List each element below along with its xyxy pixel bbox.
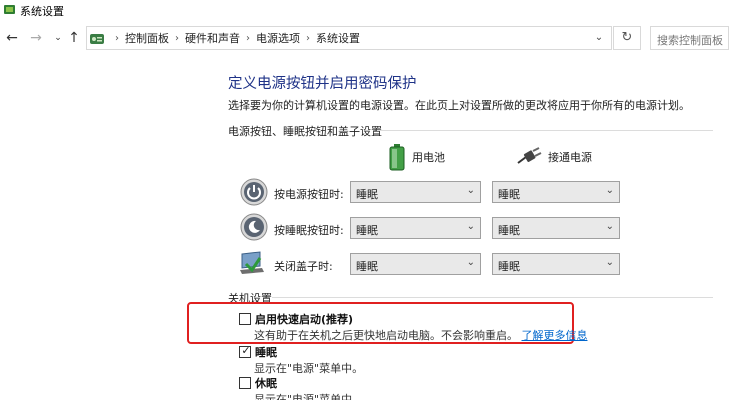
- learn-more-link[interactable]: 了解更多信息: [522, 329, 588, 342]
- refresh-button[interactable]: ↻: [613, 26, 641, 50]
- breadcrumb-separator-icon[interactable]: ›: [175, 33, 179, 44]
- forward-arrow-icon[interactable]: →: [28, 30, 44, 46]
- back-arrow-icon[interactable]: ←: [4, 30, 20, 46]
- sleep-checkbox[interactable]: ✓: [239, 344, 251, 358]
- breadcrumb-item-power-options[interactable]: 电源选项: [256, 30, 300, 46]
- lid-battery-select[interactable]: 睡眠 ⌄: [350, 253, 481, 275]
- chevron-down-icon: ⌄: [605, 185, 614, 196]
- fast-startup-desc-row: 这有助于在关机之后更快地启动电脑。不会影响重启。 了解更多信息: [254, 327, 588, 343]
- fast-startup-description: 这有助于在关机之后更快地启动电脑。不会影响重启。: [254, 329, 518, 342]
- up-arrow-icon[interactable]: ↑: [66, 30, 82, 46]
- fast-startup-label: 启用快速启动(推荐): [255, 313, 354, 326]
- power-button-icon: [240, 178, 268, 206]
- chevron-down-icon: ⌄: [466, 257, 475, 268]
- select-value: 睡眠: [498, 260, 520, 273]
- fast-startup-checkbox[interactable]: [239, 313, 251, 325]
- column-header-plugged: 接通电源: [516, 143, 592, 171]
- navigation-bar: ← → ⌄ ↑ › 控制面板 › 硬件和声音 › 电源选项 › 系统设置 ⌄ ↻…: [0, 22, 729, 56]
- chevron-down-icon: ⌄: [466, 185, 475, 196]
- select-value: 睡眠: [356, 188, 378, 201]
- select-value: 睡眠: [356, 260, 378, 273]
- power-options-app-icon: [4, 5, 15, 14]
- breadcrumb-separator-icon: ›: [115, 32, 119, 44]
- power-button-battery-select[interactable]: 睡眠 ⌄: [350, 181, 481, 203]
- breadcrumb-item-hardware-sound[interactable]: 硬件和声音: [185, 30, 240, 46]
- breadcrumb-item-system-settings[interactable]: 系统设置: [316, 30, 360, 46]
- hibernate-label: 休眠: [255, 377, 277, 390]
- address-bar[interactable]: › 控制面板 › 硬件和声音 › 电源选项 › 系统设置 ⌄: [86, 26, 612, 50]
- laptop-lid-icon: [240, 251, 264, 274]
- address-dropdown-icon[interactable]: ⌄: [593, 31, 605, 45]
- control-panel-icon: [90, 34, 104, 44]
- refresh-icon: ↻: [621, 30, 633, 45]
- search-placeholder: 搜索控制面板: [657, 34, 723, 47]
- breadcrumb-separator-icon[interactable]: ›: [246, 33, 250, 44]
- breadcrumb-separator-icon[interactable]: ›: [306, 33, 310, 44]
- row-label-power-button: 按电源按钮时:: [274, 188, 344, 201]
- row-label-lid: 关闭盖子时:: [274, 260, 333, 273]
- row-label-sleep-button: 按睡眠按钮时:: [274, 224, 344, 237]
- column-header-battery: 用电池: [388, 143, 445, 171]
- lid-plugged-select[interactable]: 睡眠 ⌄: [492, 253, 620, 275]
- sleep-label: 睡眠: [255, 346, 277, 359]
- title-bar: 系统设置: [0, 0, 729, 20]
- section-divider: [377, 130, 713, 131]
- chevron-down-icon: ⌄: [605, 257, 614, 268]
- hibernate-description: 显示在"电源"菜单中。: [254, 393, 364, 400]
- column-label-battery: 用电池: [412, 151, 445, 164]
- breadcrumb-item-control-panel[interactable]: 控制面板: [125, 30, 169, 46]
- window-title: 系统设置: [20, 5, 64, 18]
- hibernate-checkbox[interactable]: [239, 377, 251, 389]
- page-title: 定义电源按钮并启用密码保护: [228, 76, 417, 92]
- chevron-down-icon: ⌄: [466, 221, 475, 232]
- battery-icon: [389, 144, 405, 171]
- search-input[interactable]: 搜索控制面板: [650, 26, 729, 50]
- select-value: 睡眠: [498, 188, 520, 201]
- chevron-down-icon: ⌄: [605, 221, 614, 232]
- sleep-description: 显示在"电源"菜单中。: [254, 362, 364, 375]
- select-value: 睡眠: [356, 224, 378, 237]
- recent-chevron-icon[interactable]: ⌄: [50, 30, 66, 46]
- page-subtitle: 选择要为你的计算机设置的电源设置。在此页上对设置所做的更改将应用于你所有的电源计…: [228, 99, 690, 112]
- sleep-button-plugged-select[interactable]: 睡眠 ⌄: [492, 217, 620, 239]
- plug-icon: [517, 147, 542, 164]
- column-label-plugged: 接通电源: [548, 151, 592, 164]
- select-value: 睡眠: [498, 224, 520, 237]
- power-button-plugged-select[interactable]: 睡眠 ⌄: [492, 181, 620, 203]
- checkmark-icon: ✓: [241, 344, 251, 357]
- breadcrumb: › 控制面板 › 硬件和声音 › 电源选项 › 系统设置: [109, 27, 360, 49]
- sleep-button-icon: [240, 213, 268, 241]
- buttons-section-label: 电源按钮、睡眠按钮和盖子设置: [228, 125, 382, 138]
- section-divider: [272, 297, 713, 298]
- sleep-button-battery-select[interactable]: 睡眠 ⌄: [350, 217, 481, 239]
